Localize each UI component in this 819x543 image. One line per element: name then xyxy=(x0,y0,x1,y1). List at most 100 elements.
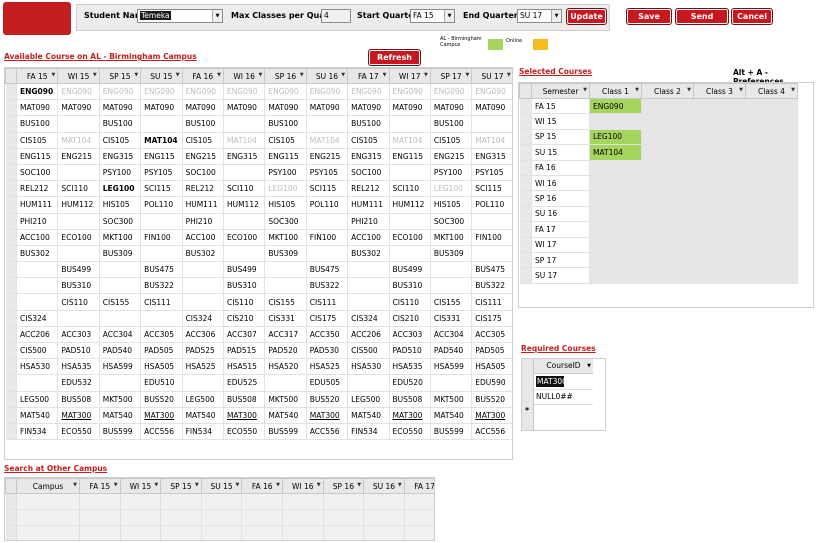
class-cell[interactable] xyxy=(641,206,694,223)
course-cell[interactable]: PHI210 xyxy=(16,213,59,230)
course-cell[interactable]: ACC100 xyxy=(16,229,59,246)
row-selector[interactable] xyxy=(5,229,17,246)
row-selector[interactable] xyxy=(519,175,532,192)
course-cell[interactable]: PAD520 xyxy=(264,342,307,360)
sort-arrow-icon[interactable]: ▼ xyxy=(583,87,587,93)
class-cell[interactable] xyxy=(641,237,694,253)
sort-arrow-icon[interactable]: ▼ xyxy=(52,72,56,78)
class-cell[interactable] xyxy=(641,267,694,284)
course-cell[interactable]: ACC305 xyxy=(140,326,183,344)
course-cell[interactable]: CIS500 xyxy=(16,342,59,360)
empty-cell[interactable] xyxy=(160,493,202,511)
course-cell[interactable]: CIS105 xyxy=(16,132,59,149)
quarter-column-header[interactable]: SU 16 ▼ xyxy=(305,68,349,84)
empty-cell[interactable] xyxy=(323,525,365,540)
class-cell[interactable] xyxy=(589,267,642,284)
course-cell[interactable] xyxy=(140,213,183,230)
course-cell[interactable]: SCI110 xyxy=(223,180,266,198)
course-cell[interactable]: MKT500 xyxy=(430,391,473,408)
semester-cell[interactable]: SP 15 xyxy=(531,129,590,146)
course-cell[interactable]: MKT500 xyxy=(264,391,307,408)
sort-arrow-icon[interactable]: ▼ xyxy=(739,87,743,93)
selected-courses-grid[interactable]: Semester ▼ Class 1 ▼ Class 2 ▼ Class 3 ▼ Class 4… xyxy=(518,82,814,308)
course-cell[interactable]: HUM112 xyxy=(389,196,431,214)
course-cell[interactable]: BUS599 xyxy=(264,423,307,441)
class-cell[interactable] xyxy=(745,252,798,269)
course-cell[interactable] xyxy=(16,293,59,311)
course-cell[interactable] xyxy=(430,374,473,392)
row-selector[interactable] xyxy=(5,213,17,230)
table-row[interactable]: HSA530 HSA535 HSA599 HSA505 HSA525 HSA515 HSA5… xyxy=(5,358,512,376)
quarter-column-header[interactable]: WI 15 ▼ xyxy=(57,68,100,84)
class-cell[interactable] xyxy=(641,113,694,130)
class-cell[interactable] xyxy=(693,98,746,115)
row-selector[interactable] xyxy=(519,98,532,115)
course-cell[interactable]: BUS100 xyxy=(347,115,390,133)
course-cell[interactable]: ENG315 xyxy=(471,148,512,165)
table-row[interactable]: WI 17 xyxy=(519,237,798,253)
course-cell[interactable] xyxy=(99,310,142,327)
courseid-header[interactable]: CourseID ▼ xyxy=(534,359,593,374)
quarter-column-header[interactable]: WI 16 ▼ xyxy=(222,68,266,84)
row-selector[interactable] xyxy=(5,326,17,344)
class-cell[interactable] xyxy=(641,252,694,269)
course-cell[interactable]: BUS499 xyxy=(389,261,431,279)
course-cell[interactable]: BUS100 xyxy=(264,115,307,133)
other-column-header[interactable]: WI 16 ▼ xyxy=(281,478,324,494)
course-cell[interactable]: ENG115 xyxy=(16,148,59,165)
course-cell[interactable]: REL212 xyxy=(182,180,224,198)
other-column-header[interactable]: SU 16 ▼ xyxy=(363,478,405,494)
course-cell[interactable]: BUS322 xyxy=(140,277,183,295)
row-selector[interactable] xyxy=(5,180,17,198)
course-cell[interactable] xyxy=(389,115,431,133)
class-cell[interactable] xyxy=(745,237,798,253)
course-cell[interactable]: MKT500 xyxy=(99,391,142,408)
row-selector[interactable] xyxy=(519,190,532,207)
course-cell[interactable]: BUS310 xyxy=(389,277,431,295)
course-cell[interactable]: MAT540 xyxy=(182,407,224,424)
course-cell[interactable]: ACC100 xyxy=(347,229,390,246)
course-cell[interactable]: MAT540 xyxy=(16,407,59,424)
course-cell[interactable]: PSY105 xyxy=(140,164,183,182)
course-cell[interactable]: MAT090 xyxy=(16,99,59,117)
sort-arrow-icon[interactable]: ▼ xyxy=(587,359,591,373)
sort-arrow-icon[interactable]: ▼ xyxy=(465,72,469,78)
table-row[interactable]: REL212 SCI110 LEG100 SCI115 REL212 SCI110 LEG1… xyxy=(5,180,512,198)
cancel-button[interactable]: Cancel xyxy=(731,8,773,25)
other-column-header[interactable]: SU 15 ▼ xyxy=(200,478,243,494)
semester-cell[interactable]: SU 16 xyxy=(531,206,590,223)
class-cell[interactable] xyxy=(589,175,642,192)
table-row[interactable]: SU 15 MAT104 xyxy=(519,144,798,161)
row-selector[interactable] xyxy=(519,144,532,161)
course-cell[interactable] xyxy=(306,213,349,230)
row-selector[interactable] xyxy=(5,277,17,295)
course-cell[interactable]: ENG115 xyxy=(140,148,183,165)
chevron-down-icon[interactable]: ▼ xyxy=(212,10,222,22)
course-cell[interactable]: ACC307 xyxy=(223,326,266,344)
course-cell[interactable]: PAD515 xyxy=(223,342,266,360)
course-cell[interactable]: PSY100 xyxy=(430,164,473,182)
empty-cell[interactable] xyxy=(323,509,365,527)
sort-arrow-icon[interactable]: ▼ xyxy=(791,87,795,93)
row-selector[interactable] xyxy=(5,115,17,133)
course-cell[interactable]: LEG500 xyxy=(16,391,59,408)
course-cell[interactable]: ENG215 xyxy=(57,148,100,165)
course-cell[interactable]: ENG090 xyxy=(306,83,349,101)
empty-cell[interactable] xyxy=(282,525,324,540)
start-quarter-combo[interactable]: FA 15 ▼ xyxy=(410,9,455,23)
semester-cell[interactable]: FA 16 xyxy=(531,160,590,176)
course-cell[interactable]: HSA505 xyxy=(471,358,512,376)
quarter-column-header[interactable]: SU 15 ▼ xyxy=(140,68,183,84)
course-cell[interactable]: ENG115 xyxy=(264,148,307,165)
course-cell[interactable]: POL110 xyxy=(306,196,349,214)
course-cell[interactable]: ENG090 xyxy=(264,83,307,101)
course-cell[interactable] xyxy=(306,115,349,133)
row-selector[interactable] xyxy=(5,148,17,165)
course-cell[interactable]: MAT090 xyxy=(264,99,307,117)
course-cell[interactable]: MAT300 xyxy=(306,407,349,424)
send-report-button[interactable]: Send Report xyxy=(675,8,729,36)
row-selector[interactable] xyxy=(5,493,17,511)
course-cell[interactable]: PSY100 xyxy=(99,164,142,182)
selected-column-header[interactable]: Class 1 ▼ xyxy=(589,83,642,99)
row-selector[interactable] xyxy=(519,206,532,223)
